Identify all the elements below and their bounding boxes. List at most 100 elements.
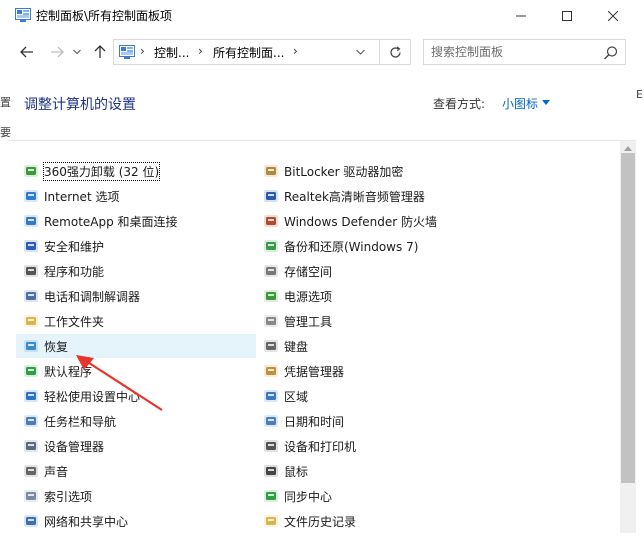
control-panel-item[interactable]: 管理工具: [256, 309, 496, 333]
control-panel-item[interactable]: 程序和功能: [16, 259, 256, 283]
network-icon: [23, 513, 39, 529]
control-panel-item-label: 管理工具: [284, 314, 333, 329]
firewall-icon: [263, 213, 279, 229]
control-panel-item[interactable]: 恢复: [16, 334, 256, 358]
control-panel-item-label: 任务栏和导航: [44, 414, 117, 429]
control-panel-item-label: 电源选项: [284, 289, 333, 304]
control-panel-item[interactable]: 安全和维护: [16, 234, 256, 258]
address-bar[interactable]: › 控制... › 所有控制面... ›: [113, 39, 411, 65]
control-panel-item[interactable]: 备份和还原(Windows 7): [256, 234, 496, 258]
control-panel-item[interactable]: 设备和打印机: [256, 434, 496, 458]
caret-down-icon[interactable]: [542, 100, 550, 105]
control-panel-item[interactable]: 同步中心: [256, 484, 496, 508]
region-icon: [263, 388, 279, 404]
breadcrumb-all-items[interactable]: 所有控制面...: [213, 44, 284, 61]
search-box[interactable]: [423, 39, 626, 65]
control-panel-item[interactable]: 键盘: [256, 334, 496, 358]
minimize-button[interactable]: [498, 0, 544, 31]
control-panel-item-label: 程序和功能: [44, 264, 105, 279]
chevron-down-icon: [73, 49, 81, 55]
address-dropdown-button[interactable]: [347, 42, 373, 62]
control-panel-window: 控制面板\所有控制面板项 › 控制... › 所有控制面... › 搜索控制面板…: [0, 0, 644, 542]
control-panel-item[interactable]: 轻松使用设置中心: [16, 384, 256, 408]
clock-icon: [263, 413, 279, 429]
control-panel-item-label: 声音: [44, 464, 69, 479]
breadcrumb-separator[interactable]: ›: [198, 44, 203, 58]
control-panel-item[interactable]: 日期和时间: [256, 409, 496, 433]
control-panel-item-label: 备份和还原(Windows 7): [284, 239, 419, 254]
control-panel-item[interactable]: 区域: [256, 384, 496, 408]
control-panel-icon: [119, 45, 135, 59]
control-panel-item-label: 电话和调制解调器: [44, 289, 141, 304]
breadcrumb-control-panel[interactable]: 控制...: [154, 44, 189, 61]
control-panel-item[interactable]: Windows Defender 防火墙: [256, 209, 496, 233]
arrow-left-icon: [20, 46, 33, 58]
control-panel-item[interactable]: RemoteApp 和桌面连接: [16, 209, 256, 233]
back-button[interactable]: [16, 41, 38, 63]
vertical-scrollbar[interactable]: [620, 141, 636, 533]
search-icon[interactable]: [602, 44, 620, 62]
maximize-button[interactable]: [544, 0, 590, 31]
control-panel-item-label: 设备和打印机: [284, 439, 357, 454]
control-panel-item[interactable]: 任务栏和导航: [16, 409, 256, 433]
control-panel-item[interactable]: Internet 选项: [16, 184, 256, 208]
divider: [8, 140, 636, 141]
backup-icon: [263, 238, 279, 254]
admin-tools-icon: [263, 313, 279, 329]
control-panel-item[interactable]: 工作文件夹: [16, 309, 256, 333]
control-panel-item-label: Internet 选项: [44, 189, 120, 204]
default-programs-icon: [23, 363, 39, 379]
control-panel-item[interactable]: 文件历史记录: [256, 509, 496, 533]
control-panel-item-label: 存储空间: [284, 264, 333, 279]
control-panel-item-label: 工作文件夹: [44, 314, 105, 329]
breadcrumb-separator[interactable]: ›: [293, 44, 298, 58]
control-panel-item[interactable]: 鼠标: [256, 459, 496, 483]
control-panel-item[interactable]: 电源选项: [256, 284, 496, 308]
taskbar-icon: [23, 413, 39, 429]
control-panel-item-label: 日期和时间: [284, 414, 345, 429]
programs-icon: [23, 263, 39, 279]
arrow-right-icon: [51, 46, 64, 58]
control-panel-item[interactable]: Realtek高清晰音频管理器: [256, 184, 496, 208]
control-panel-item-label: 文件历史记录: [284, 514, 357, 529]
control-panel-item[interactable]: 360强力卸载 (32 位): [16, 159, 256, 183]
recent-locations-button[interactable]: [68, 41, 86, 63]
view-by-dropdown[interactable]: 小图标: [502, 95, 538, 112]
view-by-label: 查看方式:: [433, 97, 486, 111]
chevron-down-icon: [355, 49, 365, 55]
bitlocker-icon: [263, 163, 279, 179]
control-panel-item-label: 同步中心: [284, 489, 333, 504]
search-input[interactable]: [431, 43, 601, 61]
control-panel-item[interactable]: 默认程序: [16, 359, 256, 383]
control-panel-item-label: Realtek高清晰音频管理器: [284, 189, 425, 204]
control-panel-icon: [15, 8, 31, 22]
minimize-icon: [516, 15, 526, 16]
control-panel-item[interactable]: 凭据管理器: [256, 359, 496, 383]
refresh-button[interactable]: [379, 40, 411, 64]
close-button[interactable]: [590, 0, 636, 31]
close-icon: [608, 10, 618, 21]
scrollbar-thumb[interactable]: [621, 153, 635, 483]
up-button[interactable]: [89, 41, 111, 63]
control-panel-item-label: RemoteApp 和桌面连接: [44, 214, 178, 229]
maximize-icon: [562, 10, 572, 21]
control-panel-item[interactable]: BitLocker 驱动器加密: [256, 159, 496, 183]
forward-button[interactable]: [46, 41, 68, 63]
control-panel-item[interactable]: 设备管理器: [16, 434, 256, 458]
sync-icon: [263, 488, 279, 504]
phone-modem-icon: [23, 288, 39, 304]
control-panel-item[interactable]: 网络和共享中心: [16, 509, 256, 533]
background-window-edge: 置 要: [0, 88, 11, 148]
title-bar[interactable]: 控制面板\所有控制面板项: [0, 0, 644, 31]
control-panel-item[interactable]: 电话和调制解调器: [16, 284, 256, 308]
control-panel-item-label: BitLocker 驱动器加密: [284, 164, 404, 179]
control-panel-item[interactable]: 索引选项: [16, 484, 256, 508]
background-window-edge-right: E: [636, 88, 644, 101]
recovery-icon: [23, 338, 39, 354]
control-panel-item-label: 区域: [284, 389, 309, 404]
control-panel-item[interactable]: 存储空间: [256, 259, 496, 283]
control-panel-item[interactable]: 声音: [16, 459, 256, 483]
breadcrumb-separator[interactable]: ›: [140, 44, 145, 58]
page-title: 调整计算机的设置: [24, 97, 136, 113]
control-panel-item-label: 默认程序: [44, 364, 93, 379]
